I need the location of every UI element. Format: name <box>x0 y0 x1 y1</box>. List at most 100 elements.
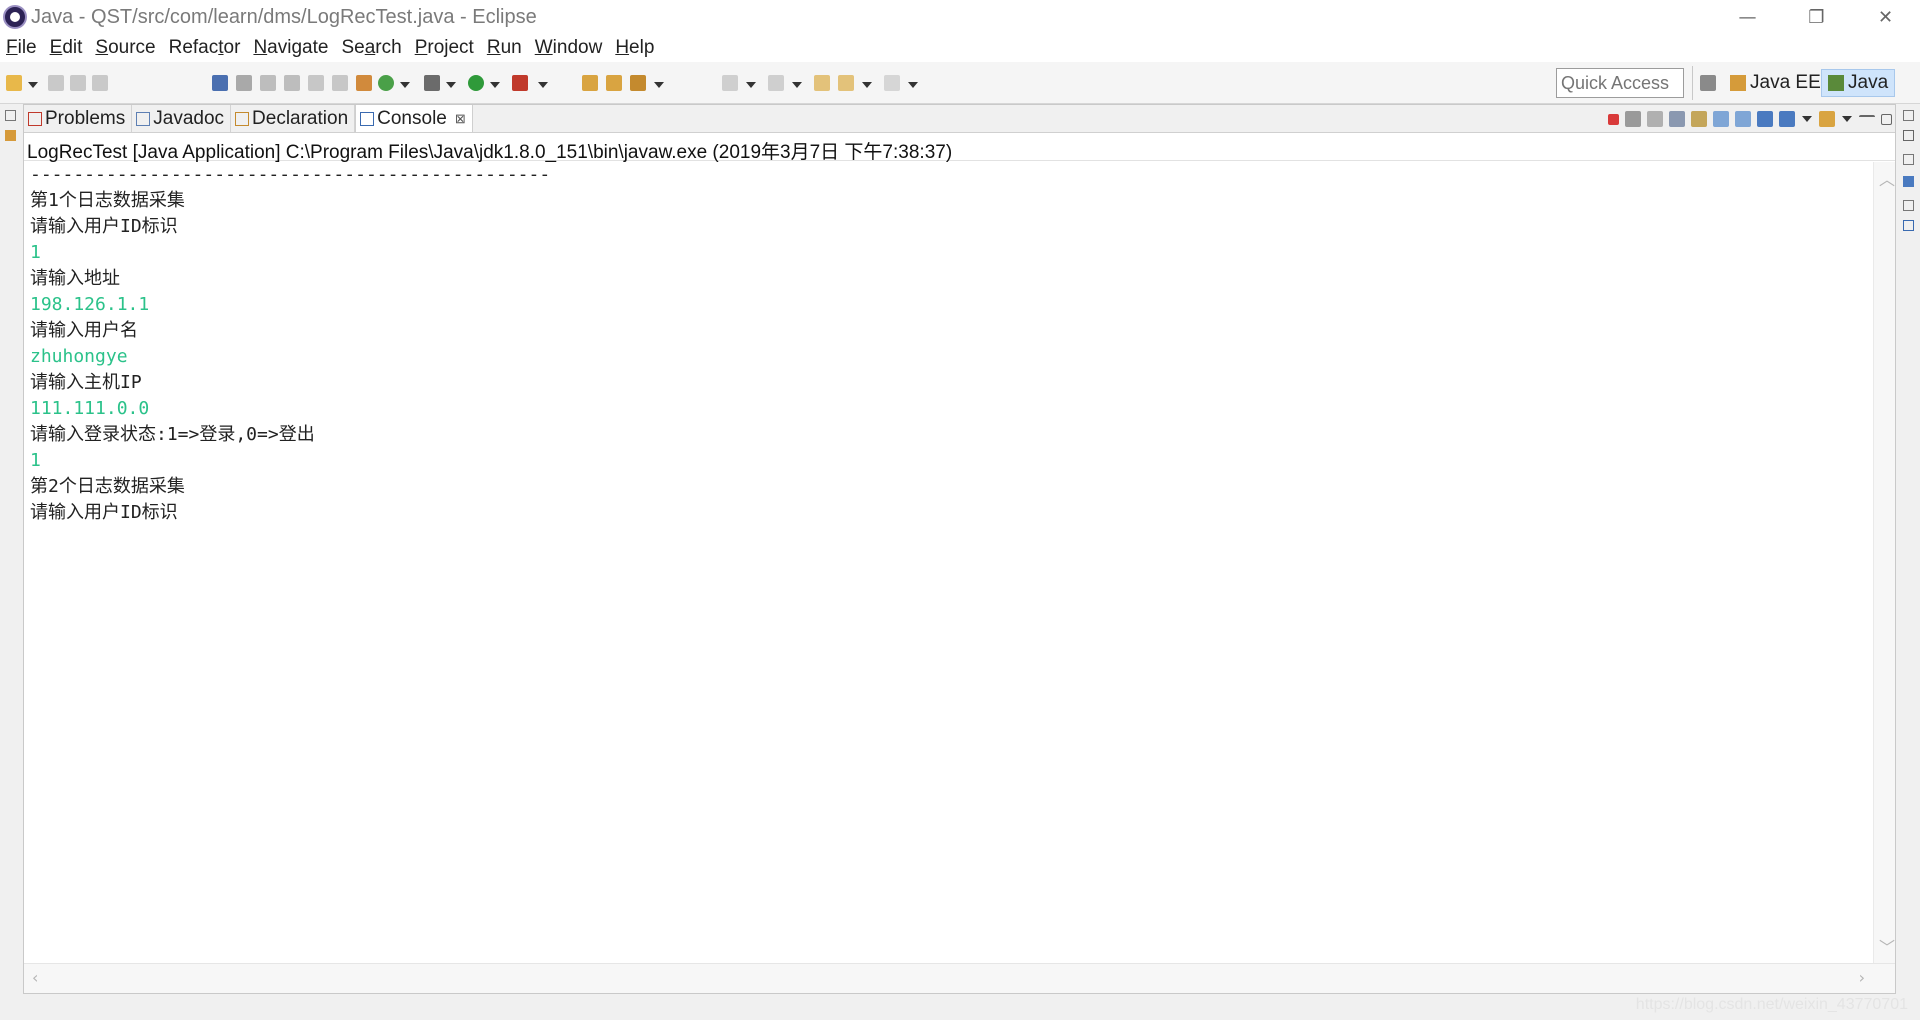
toggle-block-icon[interactable] <box>236 75 252 91</box>
show-on-output-icon[interactable] <box>1713 111 1729 127</box>
perspective-separator <box>1692 66 1693 100</box>
maximize-view-icon[interactable] <box>1881 113 1892 125</box>
display-console-dropdown-icon[interactable] <box>1802 116 1812 122</box>
display-console-icon[interactable] <box>1779 111 1795 127</box>
menu-item[interactable]: Project <box>409 37 480 59</box>
scroll-left-icon[interactable]: ‹ <box>32 968 38 987</box>
menu-item[interactable]: Search <box>335 37 407 59</box>
debug-icon[interactable] <box>424 75 440 91</box>
search-dropdown-icon[interactable] <box>654 82 664 88</box>
open-perspective-icon[interactable] <box>1700 75 1716 91</box>
vertical-scrollbar[interactable]: ︿ ﹀ <box>1873 162 1895 964</box>
declaration-icon <box>235 111 250 126</box>
back-icon[interactable] <box>838 75 854 91</box>
remove-launch-icon[interactable] <box>1625 111 1641 127</box>
save-all-icon[interactable] <box>70 75 86 91</box>
new-icon[interactable] <box>6 75 22 91</box>
whitespace-icon[interactable] <box>284 75 300 91</box>
console-view: Problems Javadoc Declaration Console ⊠ LogRe… <box>23 104 1896 994</box>
menu-item[interactable]: Navigate <box>247 37 334 59</box>
quick-access-input[interactable] <box>1556 68 1684 98</box>
open-console-dropdown-icon[interactable] <box>1842 116 1852 122</box>
back-dropdown-icon[interactable] <box>862 82 872 88</box>
console-output[interactable]: ----------------------------------------… <box>24 162 1873 964</box>
console-view-actions <box>1605 105 1895 133</box>
menu-item[interactable]: Edit <box>44 37 89 59</box>
menu-item[interactable]: File <box>0 37 43 59</box>
restore-button[interactable]: ❐ <box>1782 0 1851 34</box>
scroll-lock-icon[interactable] <box>1691 111 1707 127</box>
menu-item[interactable]: Refactor <box>163 37 247 59</box>
console-output-line: 第2个日志数据采集 <box>30 476 185 497</box>
print-icon[interactable] <box>92 75 108 91</box>
new-dropdown-icon[interactable] <box>28 82 38 88</box>
task-list-icon[interactable] <box>1903 130 1914 141</box>
console-input-line: zhuhongye <box>30 346 128 367</box>
horizontal-scrollbar[interactable]: ‹ › <box>24 963 1895 993</box>
open-task-icon[interactable] <box>606 75 622 91</box>
menu-item[interactable]: Run <box>481 37 528 59</box>
close-button[interactable]: ✕ <box>1851 0 1920 34</box>
minimize-button[interactable]: — <box>1713 0 1782 34</box>
menu-item[interactable]: Source <box>89 37 161 59</box>
restore-view-icon-right-3[interactable] <box>1903 200 1914 211</box>
pilcrow-icon[interactable] <box>332 75 348 91</box>
scroll-up-icon[interactable]: ︿ <box>1879 166 1895 190</box>
coverage-icon[interactable] <box>378 75 394 91</box>
console-input-line: 111.111.0.0 <box>30 398 150 419</box>
scroll-down-icon[interactable]: ﹀ <box>1879 934 1895 958</box>
forward-dropdown-icon[interactable] <box>908 82 918 88</box>
run-icon[interactable] <box>468 75 484 91</box>
toggle-mark-icon[interactable] <box>212 75 228 91</box>
process-label: LogRecTest [Java Application] C:\Program… <box>24 133 1895 163</box>
build-icon[interactable] <box>356 75 372 91</box>
coverage-dropdown-icon[interactable] <box>400 82 410 88</box>
tab-declaration[interactable]: Declaration <box>231 105 356 132</box>
debug-dropdown-icon[interactable] <box>446 82 456 88</box>
perspective-java[interactable]: Java <box>1821 69 1896 97</box>
menu-item[interactable]: Help <box>609 37 660 59</box>
previous-annotation-dropdown-icon[interactable] <box>792 82 802 88</box>
console-input-line: 1 <box>30 242 41 263</box>
javadoc-icon <box>136 111 151 126</box>
scroll-right-icon[interactable]: › <box>1859 968 1865 987</box>
java-ee-perspective-icon <box>1730 75 1746 91</box>
tab-javadoc[interactable]: Javadoc <box>132 105 232 132</box>
open-type-icon[interactable] <box>582 75 598 91</box>
view-stack-icon[interactable] <box>1903 220 1914 231</box>
show-source-icon[interactable] <box>308 75 324 91</box>
run-dropdown-icon[interactable] <box>490 82 500 88</box>
pin-console-icon[interactable] <box>1757 111 1773 127</box>
external-tools-icon[interactable] <box>512 75 528 91</box>
title-bar: Java - QST/src/com/learn/dms/LogRecTest.… <box>0 0 1920 34</box>
restore-view-icon[interactable] <box>5 110 16 121</box>
search-icon[interactable] <box>630 75 646 91</box>
close-tab-icon[interactable]: ⊠ <box>455 111 466 127</box>
toggle-wrap-icon[interactable] <box>260 75 276 91</box>
restore-view-icon-right[interactable] <box>1903 110 1914 121</box>
restore-view-icon-right-2[interactable] <box>1903 154 1914 165</box>
right-trim-bar <box>1898 104 1920 1020</box>
console-output-line: 请输入用户名 <box>30 320 138 341</box>
save-icon[interactable] <box>48 75 64 91</box>
console-output-line: 请输入主机IP <box>30 372 142 393</box>
perspective-java-ee[interactable]: Java EE <box>1724 69 1827 97</box>
open-console-icon[interactable] <box>1819 111 1835 127</box>
minimize-view-icon[interactable] <box>1859 115 1875 123</box>
tab-console[interactable]: Console ⊠ <box>355 105 473 132</box>
forward-icon[interactable] <box>884 75 900 91</box>
external-tools-dropdown-icon[interactable] <box>538 82 548 88</box>
last-edit-icon[interactable] <box>814 75 830 91</box>
main-toolbar: Java EE Java <box>0 62 1920 104</box>
show-on-error-icon[interactable] <box>1735 111 1751 127</box>
terminate-icon[interactable] <box>1608 113 1619 125</box>
next-annotation-dropdown-icon[interactable] <box>746 82 756 88</box>
outline-icon[interactable] <box>1903 176 1914 187</box>
previous-annotation-icon[interactable] <box>768 75 784 91</box>
clear-console-icon[interactable] <box>1669 111 1685 127</box>
remove-all-terminated-icon[interactable] <box>1647 111 1663 127</box>
package-explorer-icon[interactable] <box>5 130 16 141</box>
menu-item[interactable]: Window <box>529 37 609 59</box>
next-annotation-icon[interactable] <box>722 75 738 91</box>
tab-problems[interactable]: Problems <box>24 105 133 132</box>
